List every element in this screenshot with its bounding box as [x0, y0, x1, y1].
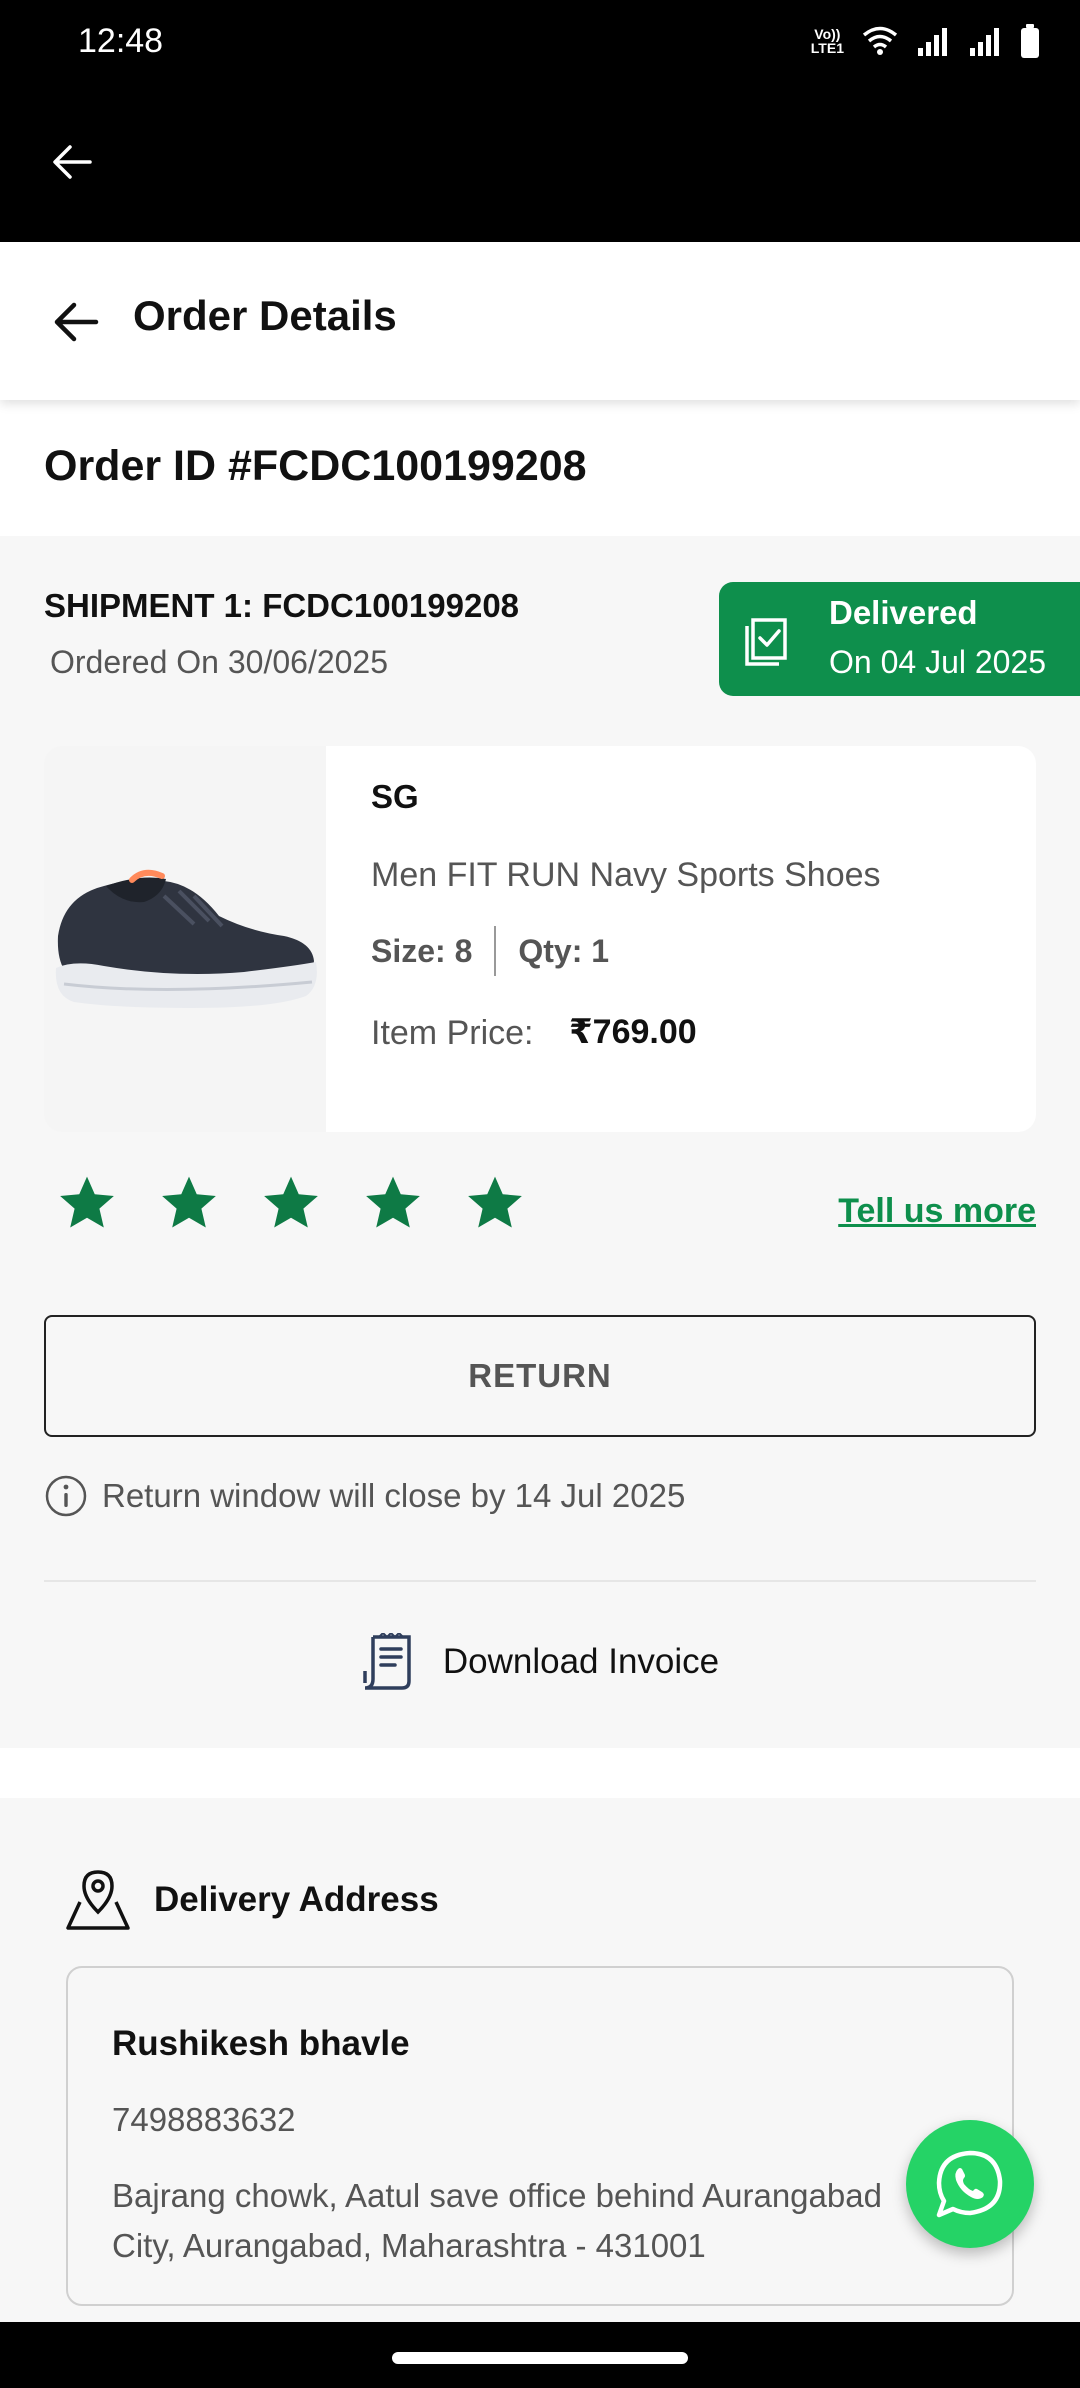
whatsapp-button[interactable] [906, 2120, 1034, 2248]
app-toolbar [0, 86, 1080, 242]
order-id: Order ID #FCDC100199208 [44, 442, 587, 490]
location-map-icon [66, 1870, 130, 1930]
invoice-icon [363, 1633, 411, 1690]
delivery-status-badge: Delivered On 04 Jul 2025 [719, 582, 1080, 696]
page-header: Order Details [0, 242, 1080, 400]
delivery-address-header: Delivery Address [64, 1868, 439, 1932]
price-label: Item Price: [371, 1014, 534, 1052]
delivery-address-title: Delivery Address [154, 1880, 439, 1919]
star-rating[interactable] [56, 1172, 526, 1234]
signal-icon [970, 28, 999, 56]
recipient-phone: 7498883632 [112, 2101, 296, 2138]
product-image[interactable] [44, 746, 326, 1132]
status-time: 12:48 [78, 22, 164, 60]
status-icons: Vo)) LTE1 [811, 24, 1040, 58]
main-content: Order Details Order ID #FCDC100199208 SH… [0, 242, 1080, 2322]
navigation-bar [0, 2322, 1080, 2388]
home-indicator[interactable] [392, 2352, 688, 2364]
star-icon[interactable] [158, 1172, 220, 1234]
signal-icon [918, 28, 947, 56]
product-brand: SG [371, 778, 419, 815]
recipient-name: Rushikesh bhavle [112, 2024, 410, 2063]
product-qty: Qty: 1 [518, 932, 610, 969]
download-invoice-button[interactable]: Download Invoice [0, 1582, 1080, 1742]
divider [494, 926, 497, 976]
back-arrow-icon[interactable] [50, 296, 102, 348]
star-icon[interactable] [260, 1172, 322, 1234]
status-bar: 12:48 Vo)) LTE1 [0, 0, 1080, 86]
return-window-text: Return window will close by 14 Jul 2025 [102, 1477, 686, 1514]
sports-shoe-image [44, 746, 326, 1132]
return-window-info: Return window will close by 14 Jul 2025 [44, 1474, 685, 1518]
star-icon[interactable] [464, 1172, 526, 1234]
delivery-status-date: On 04 Jul 2025 [829, 644, 1047, 680]
page-title: Order Details [133, 292, 397, 339]
item-price: ₹769.00 [569, 1013, 697, 1051]
delivery-status-text: Delivered [829, 594, 978, 631]
return-button[interactable]: RETURN [44, 1315, 1036, 1437]
section-separator [0, 1748, 1080, 1798]
product-card[interactable]: SG Men FIT RUN Navy Sports Shoes Size: 8… [44, 746, 1036, 1132]
ordered-on-date: Ordered On 30/06/2025 [50, 644, 389, 680]
tell-us-more-link[interactable]: Tell us more [838, 1192, 1036, 1231]
back-arrow-icon[interactable] [48, 138, 96, 186]
wifi-icon [862, 26, 898, 55]
star-icon[interactable] [56, 1172, 118, 1234]
size-qty-row: Size: 8 Qty: 1 [371, 926, 609, 976]
address-card: Rushikesh bhavle 7498883632 Bajrang chow… [66, 1966, 1014, 2306]
download-invoice-label: Download Invoice [442, 1642, 720, 1681]
whatsapp-icon [936, 2150, 1003, 2218]
product-size: Size: 8 [371, 932, 473, 969]
volte-icon: Vo)) LTE1 [810, 26, 844, 56]
order-id-section: Order ID #FCDC100199208 [0, 400, 1080, 536]
shipment-title: SHIPMENT 1: FCDC100199208 [44, 587, 520, 624]
star-icon[interactable] [362, 1172, 424, 1234]
delivered-box-icon [745, 618, 787, 666]
info-icon [45, 1475, 87, 1517]
product-name: Men FIT RUN Navy Sports Shoes [371, 856, 881, 894]
battery-icon [1021, 24, 1039, 58]
address-text: Bajrang chowk, Aatul save office behind … [112, 2177, 882, 2264]
